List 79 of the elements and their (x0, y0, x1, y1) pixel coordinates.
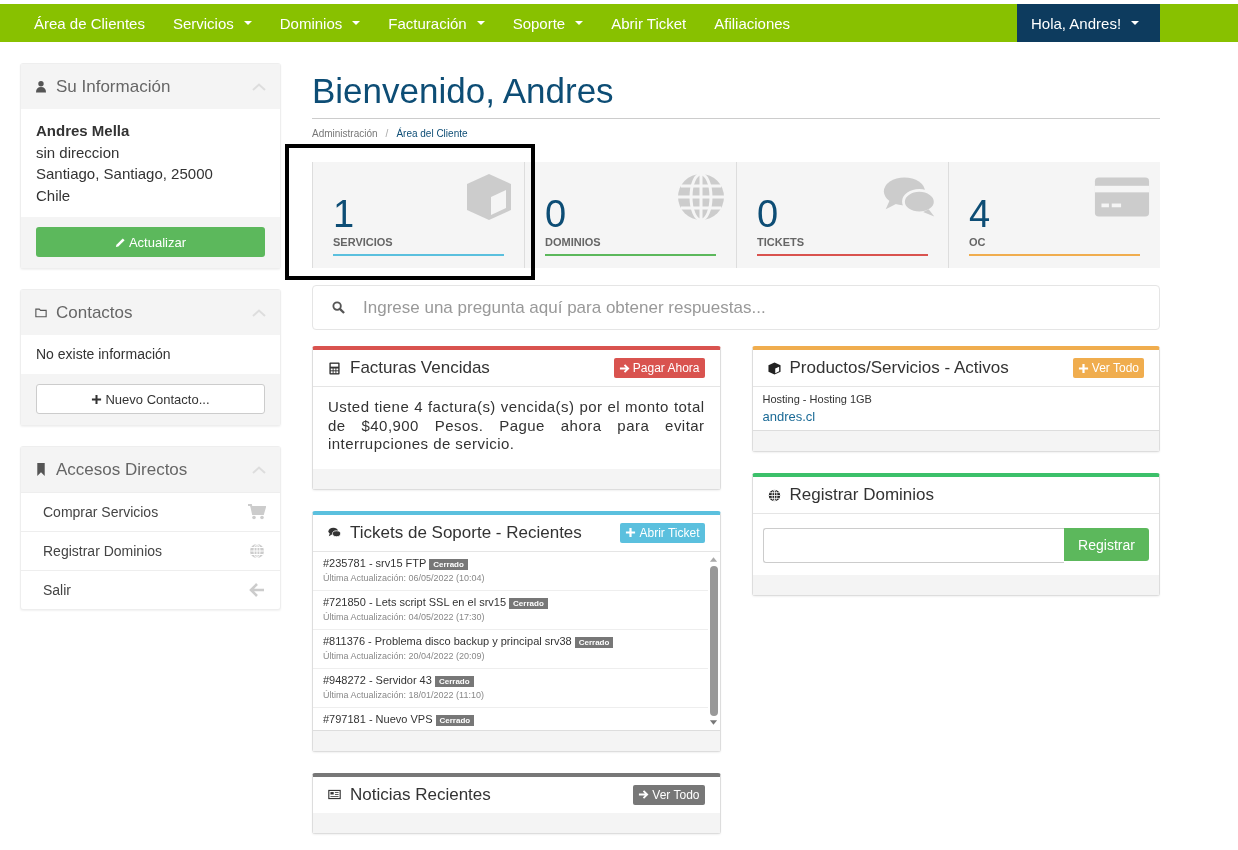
address-line: sin direccion (36, 142, 121, 163)
domain-input[interactable] (762, 528, 1064, 563)
user-menu[interactable]: Hola, Andres! (1017, 4, 1160, 42)
scroll-down-icon[interactable] (709, 719, 718, 726)
stat-count: 0 (757, 194, 780, 234)
customer-name: Andres Mella (36, 121, 131, 141)
caret-icon (575, 21, 584, 25)
stat-count: 0 (545, 194, 568, 234)
bookmark-icon (35, 463, 47, 476)
shortcut-link[interactable]: Registrar Dominios (21, 531, 280, 570)
stat-tile[interactable]: 1 SERVICIOS (312, 162, 524, 268)
ticket-item[interactable]: #235781 - srv15 FTP Cerrado Última Actualización: 06/05/2022 (10:04) (313, 551, 708, 591)
status-badge: Cerrado (574, 636, 614, 648)
breadcrumb-separator: / (385, 128, 389, 139)
panel-title: Accesos Directos (56, 459, 189, 480)
credit-card-icon (1094, 175, 1150, 219)
status-badge: Cerrado (435, 714, 475, 726)
stat-count: 1 (333, 194, 356, 234)
plus-icon (625, 527, 637, 538)
breadcrumb-link[interactable]: Área del Cliente (396, 128, 468, 139)
address-line: Chile (36, 185, 72, 206)
comments-icon (328, 526, 341, 539)
pencil-icon (114, 236, 126, 248)
panel-title: Su Información (56, 76, 172, 97)
overdue-message: Usted tiene 4 factura(s) vencida(s) por el monto total de $40,900 Pesos. Pague ahora para evitar interrupciones de servicio. (327, 397, 706, 454)
status-badge: Cerrado (434, 675, 474, 687)
stat-label: DOMINIOS (545, 236, 602, 248)
breadcrumb-link[interactable]: Administración (312, 128, 378, 139)
scroll-up-icon[interactable] (709, 555, 718, 562)
stat-tile[interactable]: 0 DOMINIOS (524, 162, 736, 268)
calculator-icon (328, 361, 341, 375)
cube-icon (464, 172, 514, 222)
scrollbar-thumb[interactable] (709, 565, 718, 716)
caret-icon (352, 21, 361, 25)
caret-icon (1131, 21, 1140, 25)
search-field[interactable]: Ingrese una pregunta aquí para obtener respuestas... (312, 285, 1160, 330)
arrow-right-icon (638, 789, 650, 800)
panel-header-button[interactable]: Ver Todo (633, 784, 705, 805)
folder-icon (35, 306, 47, 319)
cart-icon (248, 504, 266, 520)
ticket-item[interactable]: #721850 - Lets script SSL en el srv15 Cerrado Última Actualización: 04/05/2022 (17:30) (313, 590, 708, 630)
status-badge: Cerrado (509, 597, 548, 609)
plus-icon (91, 393, 103, 405)
stat-label: OC (969, 236, 987, 248)
stat-label: TICKETS (757, 236, 806, 248)
search-icon (332, 301, 345, 314)
panel-title: Noticias Recientes (350, 784, 492, 805)
newspaper-icon (328, 788, 341, 801)
caret-icon (476, 21, 485, 25)
new-contact-button[interactable]: Nuevo Contacto... (36, 384, 265, 414)
empty-message: No existe información (35, 345, 172, 364)
panel-title: Productos/Servicios - Activos (789, 358, 1010, 378)
product-name: Hosting - Hosting 1GB (762, 392, 873, 407)
panel-header-button[interactable]: Pagar Ahora (613, 358, 705, 378)
panel-title: Facturas Vencidas (350, 358, 491, 378)
stat-label: SERVICIOS (333, 236, 394, 248)
caret-icon (243, 21, 252, 25)
arrow-right-icon (618, 362, 630, 374)
panel-title: Contactos (56, 302, 134, 323)
stat-tile[interactable]: 4 OC (948, 162, 1160, 268)
arrow-left-icon (248, 582, 266, 598)
page-title: Bienvenido, Andres (312, 70, 1160, 119)
cube-icon (767, 361, 781, 375)
status-badge: Cerrado (429, 558, 468, 570)
panel-title: Tickets de Soporte - Recientes (350, 522, 583, 543)
plus-icon (1077, 362, 1089, 374)
panel-title: Registrar Dominios (789, 485, 936, 505)
globe-icon (248, 543, 266, 559)
shortcut-link[interactable]: Comprar Servicios (21, 492, 280, 531)
user-icon (35, 80, 47, 93)
domain-link[interactable]: andres.cl (762, 409, 816, 424)
stat-tile[interactable]: 0 TICKETS (736, 162, 948, 268)
shortcut-link[interactable]: Salir (21, 570, 280, 609)
globe-icon (767, 488, 781, 502)
globe-icon (676, 172, 726, 222)
ticket-item[interactable]: #948272 - Servidor 43 Cerrado Última Actualización: 18/01/2022 (11:10) (313, 668, 708, 708)
stat-count: 4 (969, 194, 992, 234)
address-line: Santiago, Santiago, 25000 (36, 164, 214, 184)
ticket-item[interactable]: #811376 - Problema disco backup y principal srv38 Cerrado Última Actualización: 20/04/2022 (20:09) (313, 629, 708, 669)
